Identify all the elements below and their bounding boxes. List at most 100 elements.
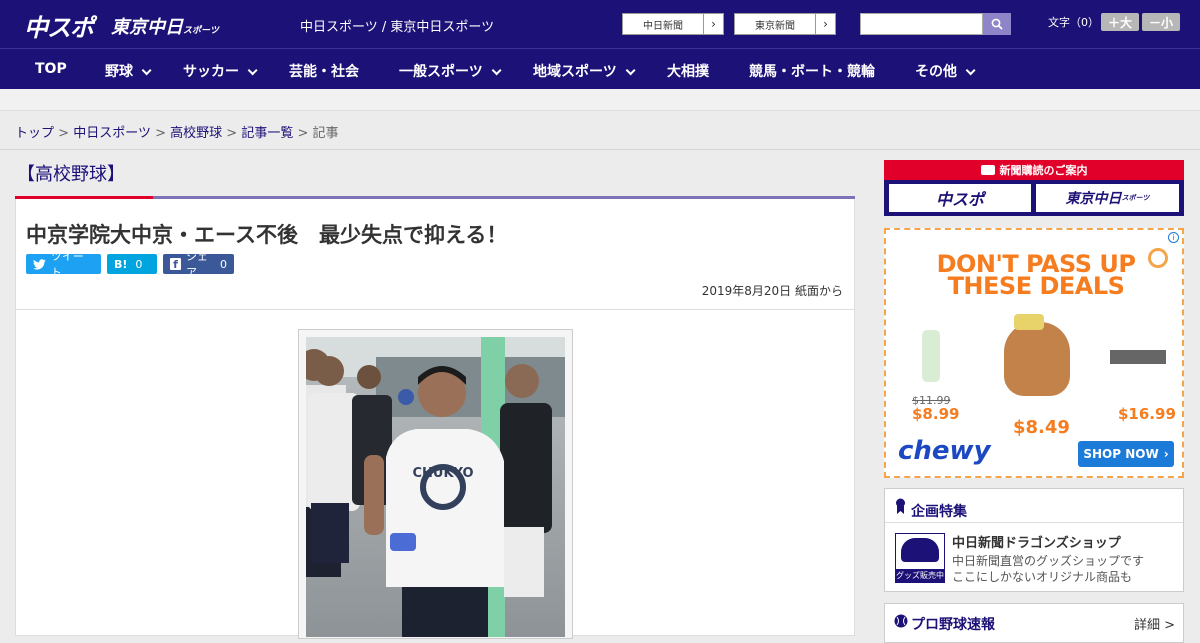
nav-label: その他: [915, 64, 957, 80]
svg-text:CHUKYO: CHUKYO: [412, 466, 473, 481]
nav-item-entertainment[interactable]: 芸能・社会: [289, 61, 359, 81]
breadcrumb-separator: >: [155, 126, 166, 141]
section-underline: [153, 196, 855, 199]
ad-price-2: $8.49: [1013, 417, 1070, 438]
font-size-label: 文字（0）: [1048, 16, 1099, 29]
main-nav: TOP 野球 サッカー 芸能・社会 一般スポーツ 地域スポーツ 大相撲 競馬・ボ…: [0, 48, 1200, 89]
top-header: 中スポ 東京中日スポーツ 中日スポーツ / 東京中日スポーツ 中日新聞 › 東京…: [0, 0, 1200, 48]
breadcrumb-current: 記事: [312, 126, 339, 141]
section-label: 【高校野球】: [17, 164, 125, 185]
dragons-shop-title[interactable]: 中日新聞ドラゴンズショップ: [952, 532, 1121, 551]
subscription-label: 新聞購読のご案内: [999, 164, 1088, 177]
breadcrumb-top[interactable]: トップ: [15, 126, 54, 141]
article-photo-image: CHUKYO: [306, 337, 565, 637]
divider: [16, 309, 854, 310]
feature-header: 企画特集: [885, 489, 1183, 523]
nav-item-racing[interactable]: 競馬・ボート・競輪: [749, 61, 875, 81]
crown-image: [1014, 314, 1044, 330]
ad-info-icon[interactable]: i: [1168, 232, 1179, 243]
hatena-icon: B!: [114, 257, 128, 271]
pet-mat-image: [1110, 350, 1166, 364]
chunichi-shimbun-link[interactable]: 中日新聞 ›: [622, 13, 724, 35]
dragons-shop-thumbnail[interactable]: グッズ販売中: [895, 533, 945, 583]
nav-label: TOP: [35, 61, 67, 77]
shampoo-bottle-image: [922, 330, 940, 382]
breadcrumb: トップ > 中日スポーツ > 高校野球 > 記事一覧 > 記事: [15, 122, 339, 141]
nav-item-sumo[interactable]: 大相撲: [667, 61, 709, 81]
tokyo-logo-text: 東京中日: [111, 17, 183, 38]
nav-label: 芸能・社会: [289, 64, 359, 80]
font-size-down-button[interactable]: －小: [1142, 13, 1180, 31]
mascot-image: [901, 538, 939, 562]
article-headline: 中京学院大中京・エース不後 最少失点で抑える！: [26, 223, 508, 247]
tokyo-chunichi-subscribe-text: 東京中日: [1065, 191, 1122, 207]
subscription-banner[interactable]: 新聞購読のご案内 中スポ 東京中日 スポーツ: [884, 160, 1184, 216]
ad-shop-now-button[interactable]: SHOP NOW ›: [1078, 441, 1174, 467]
facebook-share-count: 0: [220, 257, 227, 271]
ad-headline-2: THESE DEALS: [947, 272, 1125, 300]
breadcrumb-separator: >: [226, 126, 238, 141]
search-input[interactable]: [860, 13, 983, 35]
nav-item-top[interactable]: TOP: [35, 61, 67, 77]
tweet-button[interactable]: ツイート: [26, 250, 101, 279]
breadcrumb-article-list[interactable]: 記事一覧: [241, 126, 293, 141]
breadcrumb-separator: >: [297, 126, 309, 141]
nav-label: 大相撲: [667, 64, 709, 80]
font-size-up-button[interactable]: ＋大: [1101, 13, 1139, 31]
chevron-down-icon: [965, 65, 976, 76]
tweet-label: ツイート: [50, 250, 84, 279]
tokyo-chunichi-logo[interactable]: 東京中日スポーツ: [111, 13, 219, 39]
chuspo-subscribe-logo[interactable]: 中スポ: [889, 184, 1031, 212]
baseball-scores-box: プロ野球速報 詳細 >: [884, 603, 1184, 643]
section-accent-bar: [15, 196, 153, 199]
article-photo[interactable]: CHUKYO: [306, 337, 565, 637]
shop-desc-line-2: ここにしかないオリジナル商品も: [952, 570, 1133, 584]
divider: [0, 149, 1200, 150]
breadcrumb-chunichi-sports[interactable]: 中日スポーツ: [73, 126, 151, 141]
nav-label: 地域スポーツ: [533, 64, 617, 80]
chunichi-shimbun-label: 中日新聞: [643, 20, 683, 32]
tokyo-chunichi-subscribe-small: スポーツ: [1121, 194, 1150, 202]
facebook-icon: f: [170, 258, 181, 271]
chevron-down-icon: [141, 65, 152, 76]
facebook-share-button[interactable]: f シェア 0: [163, 250, 234, 279]
sub-nav-bar: [0, 89, 1200, 111]
chevron-down-icon: [247, 65, 258, 76]
search-button[interactable]: [983, 13, 1011, 35]
newspaper-icon: [980, 165, 995, 175]
breadcrumb-separator: >: [58, 126, 70, 141]
nav-item-general-sports[interactable]: 一般スポーツ: [399, 61, 502, 81]
chevron-down-icon: [491, 65, 502, 76]
hatena-bookmark-button[interactable]: B! 0: [107, 254, 157, 274]
advertisement[interactable]: i DON'T PASS UP THESE DEALS $11.99 $8.99…: [884, 228, 1184, 478]
nav-label: 野球: [105, 64, 133, 80]
chuspo-logo[interactable]: 中スポ: [24, 8, 94, 43]
tokyo-chunichi-subscribe-logo[interactable]: 東京中日 スポーツ: [1036, 184, 1179, 212]
chewy-logo: chewy: [898, 436, 991, 466]
tokyo-shimbun-link[interactable]: 東京新聞 ›: [734, 13, 836, 35]
tokyo-shimbun-label: 東京新聞: [755, 20, 795, 32]
twitter-icon: [33, 258, 46, 270]
ribbon-icon: [896, 498, 905, 514]
subscription-banner-title: 新聞購読のご案内: [884, 160, 1184, 180]
chevron-right-icon: ›: [815, 14, 835, 34]
chevron-right-icon: ›: [703, 14, 723, 34]
baseball-scores-title: プロ野球速報: [911, 617, 995, 633]
ad-cta-label: SHOP NOW: [1083, 447, 1159, 461]
search-icon: [991, 18, 1003, 30]
baseball-icon: [894, 614, 908, 628]
shop-desc-line-1: 中日新聞直営のグッズショップです: [952, 554, 1145, 568]
nav-label: 一般スポーツ: [399, 64, 483, 80]
feature-title: 企画特集: [911, 504, 967, 520]
nav-item-local-sports[interactable]: 地域スポーツ: [533, 61, 636, 81]
nav-item-other[interactable]: その他: [915, 61, 976, 81]
facebook-share-label: シェア: [185, 250, 208, 279]
nav-item-soccer[interactable]: サッカー: [183, 61, 258, 81]
breadcrumb-high-school-baseball[interactable]: 高校野球: [170, 126, 222, 141]
site-links[interactable]: 中日スポーツ / 東京中日スポーツ: [300, 16, 494, 35]
nav-label: 競馬・ボート・競輪: [749, 64, 875, 80]
tokyo-logo-small: スポーツ: [183, 26, 219, 36]
baseball-scores-more-link[interactable]: 詳細 >: [1134, 614, 1175, 633]
nav-item-baseball[interactable]: 野球: [105, 61, 152, 81]
hatena-count: 0: [135, 257, 143, 271]
